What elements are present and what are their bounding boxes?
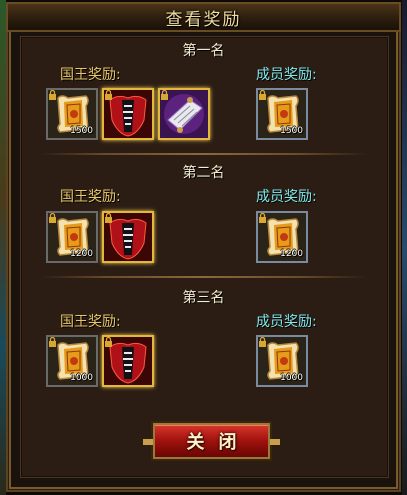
lock-icon: [49, 337, 56, 347]
close-button[interactable]: 关闭: [143, 423, 280, 459]
item-quantity: 1000: [280, 373, 303, 383]
close-button-label: 关闭: [186, 432, 251, 453]
lock-icon: [105, 90, 112, 100]
rank-3-king-item-1[interactable]: 1000: [46, 335, 98, 387]
rank-1-title: 第一名: [182, 43, 225, 59]
button-ornament: [270, 439, 280, 445]
rank-1-king-item-3[interactable]: [158, 88, 210, 140]
rank-2-king-item-2[interactable]: [102, 211, 154, 263]
item-quantity: 1200: [280, 249, 303, 259]
rank-3-king-label: 国王奖励:: [60, 314, 121, 330]
lock-icon: [105, 337, 112, 347]
item-quantity: 1500: [70, 126, 93, 136]
item-quantity: 1200: [70, 249, 93, 259]
rank-1-king-item-1[interactable]: 1500: [46, 88, 98, 140]
rank-3-member-label: 成员奖励:: [256, 314, 317, 330]
button-ornament: [143, 439, 153, 445]
rank-3-title: 第三名: [182, 290, 225, 306]
dialog-title-bar: 查看奖励: [6, 2, 401, 32]
lock-icon: [105, 213, 112, 223]
section-divider: [40, 153, 367, 155]
lock-icon: [49, 90, 56, 100]
rank-3-member-item-1[interactable]: 1000: [256, 335, 308, 387]
rank-1-member-label: 成员奖励:: [256, 67, 317, 83]
lock-icon: [259, 213, 266, 223]
section-divider: [40, 276, 367, 278]
game-world-edge-right: [402, 0, 407, 495]
rank-1-king-item-2[interactable]: [102, 88, 154, 140]
rank-2-title: 第二名: [182, 165, 225, 181]
lock-icon: [161, 90, 168, 100]
item-quantity: 1500: [280, 126, 303, 136]
lock-icon: [259, 337, 266, 347]
rank-2-king-label: 国王奖励:: [60, 189, 121, 205]
rank-2-king-item-1[interactable]: 1200: [46, 211, 98, 263]
rank-3-king-item-2[interactable]: [102, 335, 154, 387]
dialog-title: 查看奖励: [165, 9, 242, 30]
rank-2-member-label: 成员奖励:: [256, 189, 317, 205]
rank-1-member-item-1[interactable]: 1500: [256, 88, 308, 140]
item-quantity: 1000: [70, 373, 93, 383]
rank-2-member-item-1[interactable]: 1200: [256, 211, 308, 263]
rank-1-king-label: 国王奖励:: [60, 67, 121, 83]
lock-icon: [259, 90, 266, 100]
lock-icon: [49, 213, 56, 223]
